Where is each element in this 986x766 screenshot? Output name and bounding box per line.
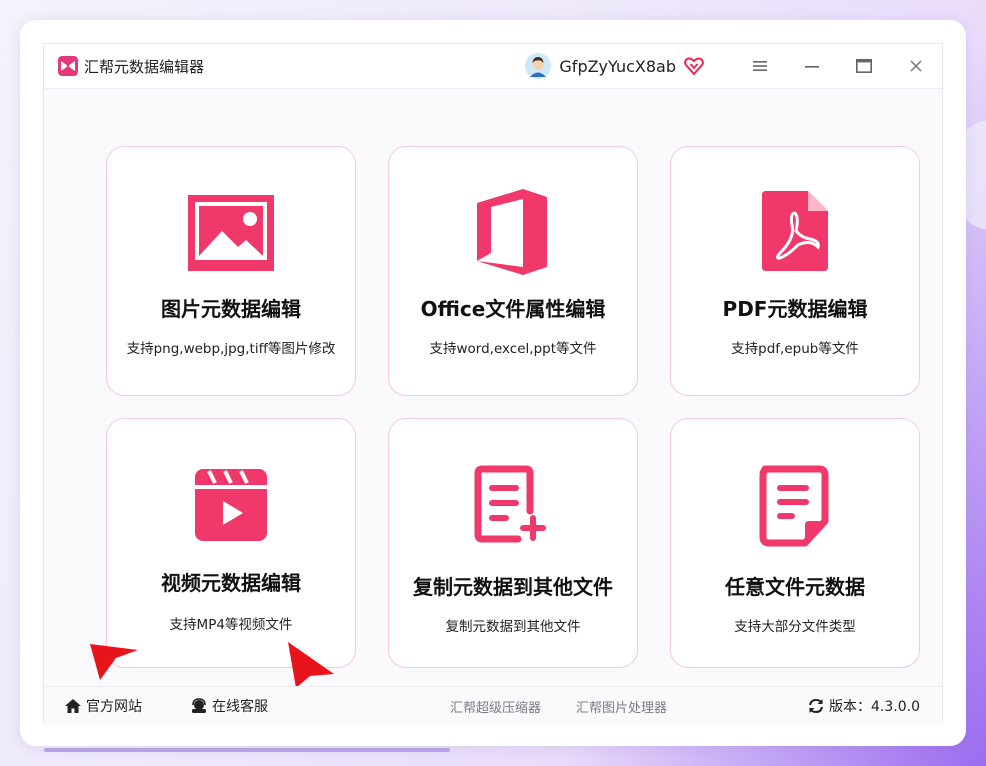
home-icon	[65, 699, 81, 713]
image-icon	[188, 195, 274, 271]
user-avatar[interactable]	[525, 53, 552, 79]
card-title: 任意文件元数据	[725, 575, 865, 599]
online-support-label: 在线客服	[212, 699, 268, 715]
card-title: 图片元数据编辑	[161, 297, 301, 321]
app-window: 汇帮元数据编辑器 GfpZyYucX8ab 图片元数据编辑 支持png,webp…	[20, 20, 966, 746]
vip-heart-icon[interactable]	[684, 56, 704, 76]
copy-document-icon	[474, 465, 546, 543]
official-website-label: 官方网站	[86, 699, 142, 715]
username[interactable]: GfpZyYucX8ab	[559, 57, 676, 76]
menu-button[interactable]	[734, 44, 786, 88]
pdf-icon	[762, 191, 828, 271]
image-processor-label: 汇帮图片处理器	[576, 700, 668, 716]
compressor-label: 汇帮超级压缩器	[450, 700, 542, 716]
file-note-icon	[759, 465, 829, 547]
official-website-link[interactable]: 官方网站	[64, 687, 142, 725]
app-logo-icon	[58, 56, 78, 76]
close-icon	[910, 60, 922, 72]
card-title: 视频元数据编辑	[161, 571, 301, 595]
close-button[interactable]	[890, 44, 942, 88]
card-subtitle: 支持MP4等视频文件	[169, 617, 293, 633]
card-subtitle: 支持大部分文件类型	[734, 619, 856, 635]
annotation-arrow-left	[90, 644, 138, 680]
card-video-metadata[interactable]: 视频元数据编辑 支持MP4等视频文件	[106, 418, 356, 668]
card-title: 复制元数据到其他文件	[413, 575, 613, 599]
online-support-link[interactable]: 在线客服	[190, 687, 268, 725]
minimize-button[interactable]	[786, 44, 838, 88]
card-title: Office文件属性编辑	[420, 297, 606, 321]
card-subtitle: 复制元数据到其他文件	[445, 619, 581, 635]
compressor-link[interactable]: 汇帮超级压缩器	[450, 687, 541, 725]
background-bar	[44, 748, 450, 752]
version-label: 版本：4.3.0.0	[829, 699, 920, 715]
maximize-button[interactable]	[838, 44, 890, 88]
card-office-properties[interactable]: Office文件属性编辑 支持word,excel,ppt等文件	[388, 146, 638, 396]
card-subtitle: 支持pdf,epub等文件	[731, 341, 859, 357]
office-icon	[477, 189, 547, 275]
annotation-arrow-right	[288, 642, 334, 688]
app-title: 汇帮元数据编辑器	[84, 57, 205, 76]
image-processor-link[interactable]: 汇帮图片处理器	[576, 687, 667, 725]
card-subtitle: 支持word,excel,ppt等文件	[429, 341, 597, 357]
card-any-file-metadata[interactable]: 任意文件元数据 支持大部分文件类型	[670, 418, 920, 668]
footer-bar: 官方网站 在线客服 汇帮超级压缩器 汇帮图片处理器 版本：4.3.0.0	[44, 686, 942, 725]
card-pdf-metadata[interactable]: PDF元数据编辑 支持pdf,epub等文件	[670, 146, 920, 396]
version-info[interactable]: 版本：4.3.0.0	[807, 687, 920, 725]
app-content: 汇帮元数据编辑器 GfpZyYucX8ab 图片元数据编辑 支持png,webp…	[43, 43, 943, 725]
support-agent-icon	[192, 698, 206, 713]
title-bar: 汇帮元数据编辑器 GfpZyYucX8ab	[44, 44, 942, 89]
refresh-icon	[809, 698, 823, 714]
card-copy-metadata[interactable]: 复制元数据到其他文件 复制元数据到其他文件	[388, 418, 638, 668]
card-title: PDF元数据编辑	[722, 297, 868, 321]
video-icon	[195, 469, 267, 541]
card-subtitle: 支持png,webp,jpg,tiff等图片修改	[126, 341, 336, 357]
minimize-icon	[805, 66, 819, 68]
menu-icon	[753, 61, 767, 71]
card-image-metadata[interactable]: 图片元数据编辑 支持png,webp,jpg,tiff等图片修改	[106, 146, 356, 396]
maximize-icon	[856, 59, 872, 73]
